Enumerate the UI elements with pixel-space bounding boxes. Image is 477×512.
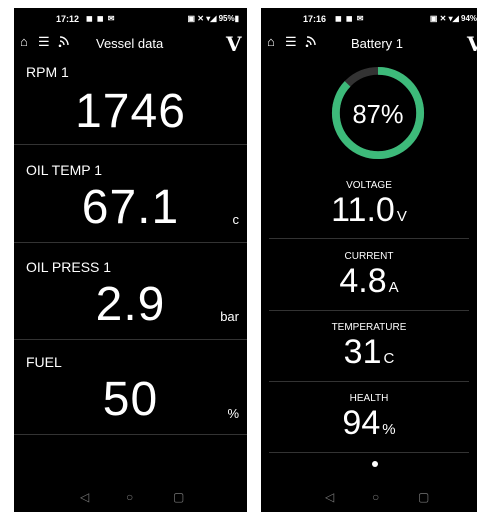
reading-unit: A xyxy=(388,279,399,296)
reading-health: HEALTH 94% xyxy=(261,393,477,443)
home-icon[interactable]: ⌂ xyxy=(267,34,275,50)
reading-unit: % xyxy=(382,421,396,438)
home-nav-icon[interactable]: ○ xyxy=(126,490,133,504)
home-nav-icon[interactable]: ○ xyxy=(372,490,379,504)
reading-label: VOLTAGE xyxy=(346,180,392,191)
status-bar: 17:16 ◼ ◼ ✉ ▣ ✕ ▾◢ 94% xyxy=(261,8,477,30)
divider xyxy=(269,310,469,311)
app-header: ⌂ ☰ Vessel data V xyxy=(14,32,247,56)
tile-label: OIL TEMP 1 xyxy=(26,162,102,178)
android-nav-bar: ◁ ○ ▢ xyxy=(261,486,477,512)
status-system: ▣ ✕ ▾◢ 95%▮ xyxy=(187,14,239,23)
reading-label: HEALTH xyxy=(349,393,389,404)
menu-icon[interactable]: ☰ xyxy=(38,34,50,50)
tile-value: 50 xyxy=(102,373,159,426)
back-icon[interactable]: ◁ xyxy=(325,490,334,504)
reading-value: 11.0 xyxy=(331,191,395,229)
app-header: ⌂ ☰ Battery 1 V xyxy=(261,32,477,56)
gauge-percent: 87% xyxy=(353,101,404,129)
reading-temperature: TEMPERATURE 31 C xyxy=(261,322,477,372)
reading-current: CURRENT 4.8 A xyxy=(261,251,477,301)
battery-gauge: 87% xyxy=(331,66,425,160)
reading-unit: V xyxy=(396,208,407,225)
tile-unit: % xyxy=(227,406,239,421)
rss-icon[interactable] xyxy=(305,34,318,51)
tile-label: FUEL xyxy=(26,354,62,370)
divider xyxy=(269,381,469,382)
back-icon[interactable]: ◁ xyxy=(80,490,89,504)
recents-icon[interactable]: ▢ xyxy=(418,490,429,504)
app-logo: V xyxy=(226,32,242,56)
tile-value: 67.1 xyxy=(81,181,180,234)
tile-oil-temp: OIL TEMP 1 67.1 c xyxy=(14,156,247,243)
home-icon[interactable]: ⌂ xyxy=(20,34,28,50)
tile-label: OIL PRESS 1 xyxy=(26,259,112,275)
android-nav-bar: ◁ ○ ▢ xyxy=(14,486,247,512)
reading-value: 4.8 xyxy=(339,262,387,300)
divider xyxy=(269,452,469,453)
reading-label: TEMPERATURE xyxy=(331,322,407,333)
page-indicator-dot[interactable] xyxy=(372,461,378,467)
status-time: 17:16 xyxy=(303,14,327,24)
reading-voltage: VOLTAGE 11.0 V xyxy=(261,180,477,230)
status-system: ▣ ✕ ▾◢ 94% xyxy=(429,14,477,23)
tile-value: 1746 xyxy=(75,85,186,138)
app-logo: V xyxy=(467,32,477,56)
page-title: Battery 1 xyxy=(351,36,404,51)
tile-label: RPM 1 xyxy=(26,64,69,80)
reading-label: CURRENT xyxy=(344,251,394,262)
recents-icon[interactable]: ▢ xyxy=(173,490,184,504)
tile-value: 2.9 xyxy=(95,278,166,331)
tile-unit: c xyxy=(232,212,240,227)
reading-value: 31 xyxy=(343,333,382,371)
tile-oil-press: OIL PRESS 1 2.9 bar xyxy=(14,253,247,340)
phone-battery: 17:16 ◼ ◼ ✉ ▣ ✕ ▾◢ 94% ⌂ ☰ Battery 1 V 8… xyxy=(261,8,477,512)
divider xyxy=(269,238,469,239)
status-notifications: ◼ ◼ ✉ xyxy=(86,14,116,23)
status-notifications: ◼ ◼ ✉ xyxy=(335,14,365,23)
tile-fuel: FUEL 50 % xyxy=(14,348,247,435)
reading-unit: C xyxy=(383,350,395,367)
status-bar: 17:12 ◼ ◼ ✉ ▣ ✕ ▾◢ 95%▮ xyxy=(14,8,247,30)
tile-rpm: RPM 1 1746 xyxy=(14,58,247,145)
rss-icon[interactable] xyxy=(58,34,71,51)
page-title: Vessel data xyxy=(96,36,164,51)
phone-vessel-data: 17:12 ◼ ◼ ✉ ▣ ✕ ▾◢ 95%▮ ⌂ ☰ Vessel data … xyxy=(14,8,247,512)
menu-icon[interactable]: ☰ xyxy=(285,34,297,50)
reading-value: 94 xyxy=(342,404,381,442)
status-time: 17:12 xyxy=(56,14,80,24)
tile-unit: bar xyxy=(220,309,239,324)
